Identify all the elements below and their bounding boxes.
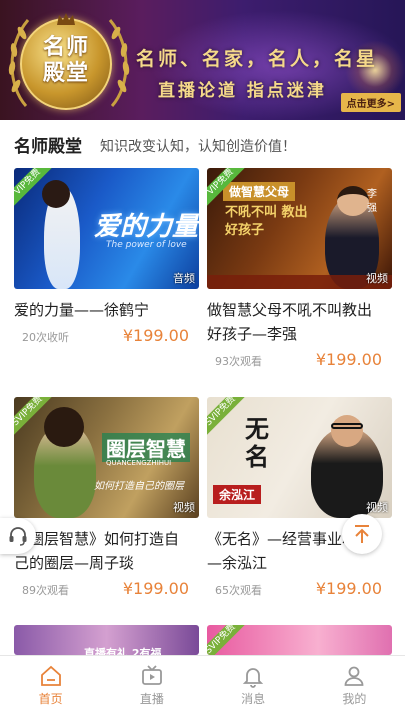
badge-text: 名师 殿堂	[42, 34, 89, 86]
arrow-up-icon	[355, 525, 369, 543]
banner-tagline: 直播论道 指点迷津	[158, 81, 327, 101]
tab-live[interactable]: 直播	[101, 656, 202, 720]
course-price: ¥199.00	[315, 579, 382, 598]
thumb-title: 直播有礼 2有福	[84, 647, 162, 655]
listen-count: 20次收听	[22, 331, 69, 344]
tab-label: 直播	[139, 692, 164, 706]
home-icon	[40, 665, 61, 686]
speaker-name: 李 强	[367, 189, 377, 214]
crown-icon	[57, 13, 75, 25]
svip-free-tag: SVIP免费	[207, 397, 247, 438]
back-to-top-button[interactable]	[342, 514, 382, 554]
section-subtitle: 知识改变认知，认知创造价值！	[100, 139, 296, 155]
tab-profile[interactable]: 我的	[304, 656, 405, 720]
thumb-title: 圈层智慧	[102, 433, 190, 462]
course-card[interactable]: 圈层智慧 QUANCENGZHIHUI 如何打造自己的圈层 SVIP免费 视频 …	[14, 397, 199, 598]
tab-label: 我的	[342, 692, 367, 706]
bell-icon	[242, 668, 264, 688]
bottom-tab-bar: 首页 直播 消息 我的	[0, 655, 405, 720]
course-title[interactable]: 做智慧父母不吼不叫教出好孩子—李强	[207, 298, 382, 346]
banner-more-button[interactable]: 点击更多>	[340, 93, 401, 112]
thumb-title: 无名	[245, 414, 269, 471]
speaker-head	[331, 415, 363, 447]
course-thumbnail[interactable]: 直播有礼 2有福	[14, 625, 199, 655]
thumb-title: 做智慧父母	[223, 182, 296, 201]
course-card[interactable]: SVIP免费	[207, 625, 392, 655]
headset-icon	[9, 527, 27, 546]
course-price: ¥199.00	[122, 579, 189, 598]
speaker-name: 余泓江	[213, 485, 262, 504]
tab-label: 消息	[241, 692, 266, 706]
thumb-english: QUANCENGZHIHUI	[106, 459, 172, 467]
course-price: ¥199.00	[315, 350, 382, 369]
course-card[interactable]: 无名 余泓江 SVIP免费 视频 《无名》—经营事业心法—余泓江 65次观看 ¥…	[207, 397, 392, 598]
view-count: 93次观看	[215, 355, 262, 368]
media-type-label: 视频	[366, 501, 388, 514]
banner-headline: 名师、名家，名人，名星	[136, 48, 379, 70]
customer-service-button[interactable]	[0, 518, 36, 554]
course-thumbnail[interactable]: 圈层智慧 QUANCENGZHIHUI 如何打造自己的圈层 SVIP免费 视频	[14, 397, 199, 518]
course-thumbnail[interactable]: 无名 余泓江 SVIP免费 视频	[207, 397, 392, 518]
thumb-title: 爱的力量	[94, 212, 199, 242]
course-card[interactable]: 直播有礼 2有福	[14, 625, 199, 655]
thumb-subtitle: The power of love	[106, 240, 187, 250]
media-type-label: 视频	[173, 501, 195, 514]
course-thumbnail[interactable]: SVIP免费	[207, 625, 392, 655]
view-count: 89次观看	[22, 584, 69, 597]
course-price: ¥199.00	[122, 326, 189, 345]
tab-label: 首页	[38, 692, 63, 706]
masters-hall-banner[interactable]: 名师 殿堂 名师、名家，名人，名星 直播论道 指点迷津 点击更多>	[0, 0, 405, 120]
course-card[interactable]: 爱的力量 The power of love VIP免费 音频 爱的力量——徐鹤…	[14, 168, 199, 345]
thumb-caption-strip	[207, 275, 392, 289]
view-count: 65次观看	[215, 584, 262, 597]
thumb-subtitle: 如何打造自己的圈层	[94, 481, 184, 492]
course-title[interactable]: 爱的力量——徐鹤宁	[14, 298, 189, 322]
tab-home[interactable]: 首页	[0, 656, 101, 720]
tab-messages[interactable]: 消息	[203, 656, 304, 720]
speaker-head	[337, 186, 369, 216]
course-title[interactable]: 《圈层智慧》如何打造自己的圈层—周子琰	[14, 527, 189, 575]
media-type-label: 视频	[366, 272, 388, 285]
tv-icon	[141, 665, 162, 685]
course-thumbnail[interactable]: 爱的力量 The power of love VIP免费 音频	[14, 168, 199, 289]
course-card[interactable]: 做智慧父母 不吼不叫 教出好孩子 李 强 VIP免费 视频 做智慧父母不吼不叫教…	[207, 168, 392, 369]
page: 名师 殿堂 名师、名家，名人，名星 直播论道 指点迷津 点击更多> 名师殿堂 知…	[0, 0, 405, 720]
glasses-icon	[331, 423, 363, 429]
user-icon	[344, 666, 364, 686]
section-title: 名师殿堂	[14, 137, 82, 157]
speaker-head	[44, 407, 84, 447]
media-type-label: 音频	[173, 272, 195, 285]
speaker-head	[42, 180, 70, 208]
course-thumbnail[interactable]: 做智慧父母 不吼不叫 教出好孩子 李 强 VIP免费 视频	[207, 168, 392, 289]
thumb-subtitle: 不吼不叫 教出好孩子	[225, 205, 308, 238]
svip-free-tag: SVIP免费	[207, 625, 247, 655]
